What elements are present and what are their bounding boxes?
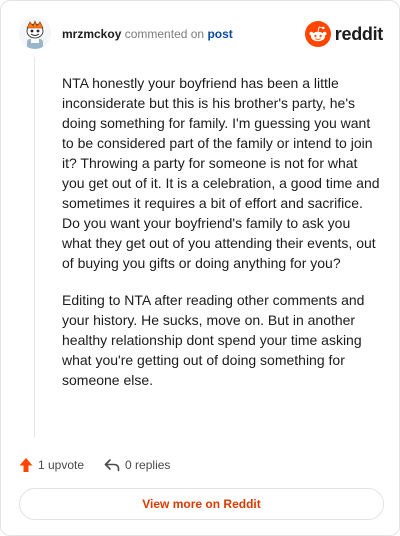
post-link[interactable]: post [207, 27, 232, 41]
upvote-arrow-icon [19, 458, 33, 472]
comment-actions: 1 upvote 0 replies [19, 455, 170, 475]
comment-header: mrzmckoy commented on post reddit [19, 17, 383, 51]
view-more-label: View more on Reddit [142, 497, 261, 511]
author-username[interactable]: mrzmckoy [62, 27, 121, 41]
reddit-snoo-icon [304, 21, 331, 47]
comment-body: NTA honestly your boyfriend has been a l… [62, 73, 380, 407]
replies-button[interactable]: 0 replies [104, 458, 170, 472]
reply-arrow-icon [104, 459, 120, 472]
thread-line [34, 57, 35, 437]
upvote-count: 1 upvote [38, 458, 85, 472]
view-more-button[interactable]: View more on Reddit [19, 488, 384, 520]
avatar-icon [19, 17, 51, 49]
comment-paragraph: NTA honestly your boyfriend has been a l… [62, 75, 380, 271]
comment-byline: mrzmckoy commented on post [62, 27, 233, 41]
user-avatar[interactable] [19, 17, 51, 49]
comment-verb: commented on [124, 27, 205, 41]
reddit-brand[interactable]: reddit [304, 20, 384, 48]
upvote-button[interactable]: 1 upvote [19, 457, 84, 473]
embedded-comment-card: mrzmckoy commented on post reddit NTA ho… [0, 0, 400, 536]
replies-count: 0 replies [125, 458, 171, 472]
reddit-wordmark: reddit [334, 23, 384, 44]
comment-paragraph: Editing to NTA after reading other comme… [62, 292, 365, 388]
